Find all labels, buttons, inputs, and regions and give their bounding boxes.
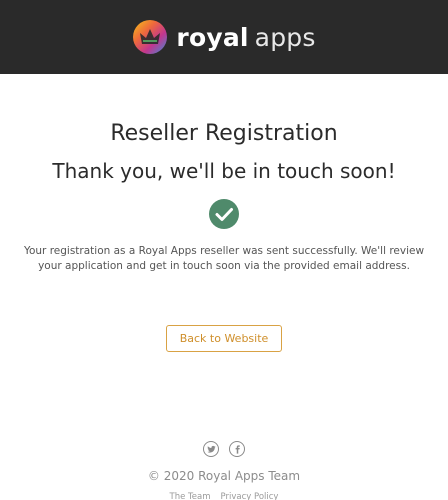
success-message: Your registration as a Royal Apps resell…	[23, 245, 425, 272]
royal-apps-logo-icon	[132, 19, 168, 55]
page-subtitle: Thank you, we'll be in touch soon!	[52, 159, 396, 183]
facebook-icon[interactable]	[229, 441, 245, 457]
footer-links: The Team Privacy Policy	[0, 492, 448, 500]
page-title: Reseller Registration	[110, 121, 338, 146]
brand-name: royal apps	[176, 25, 315, 50]
footer-link-privacy-policy[interactable]: Privacy Policy	[221, 492, 279, 500]
brand-name-light: apps	[254, 22, 316, 52]
main-content: Reseller Registration Thank you, we'll b…	[0, 120, 448, 500]
copyright-text: © 2020 Royal Apps Team	[147, 469, 301, 483]
success-check-icon	[208, 198, 240, 230]
footer-link-the-team[interactable]: The Team	[170, 492, 211, 500]
header-bar: royal apps	[0, 0, 448, 74]
back-to-website-button[interactable]: Back to Website	[166, 325, 282, 352]
social-links	[0, 441, 448, 457]
twitter-icon[interactable]	[203, 441, 219, 457]
brand-name-bold: royal	[176, 22, 249, 52]
brand-logo-link[interactable]: royal apps	[132, 19, 315, 55]
